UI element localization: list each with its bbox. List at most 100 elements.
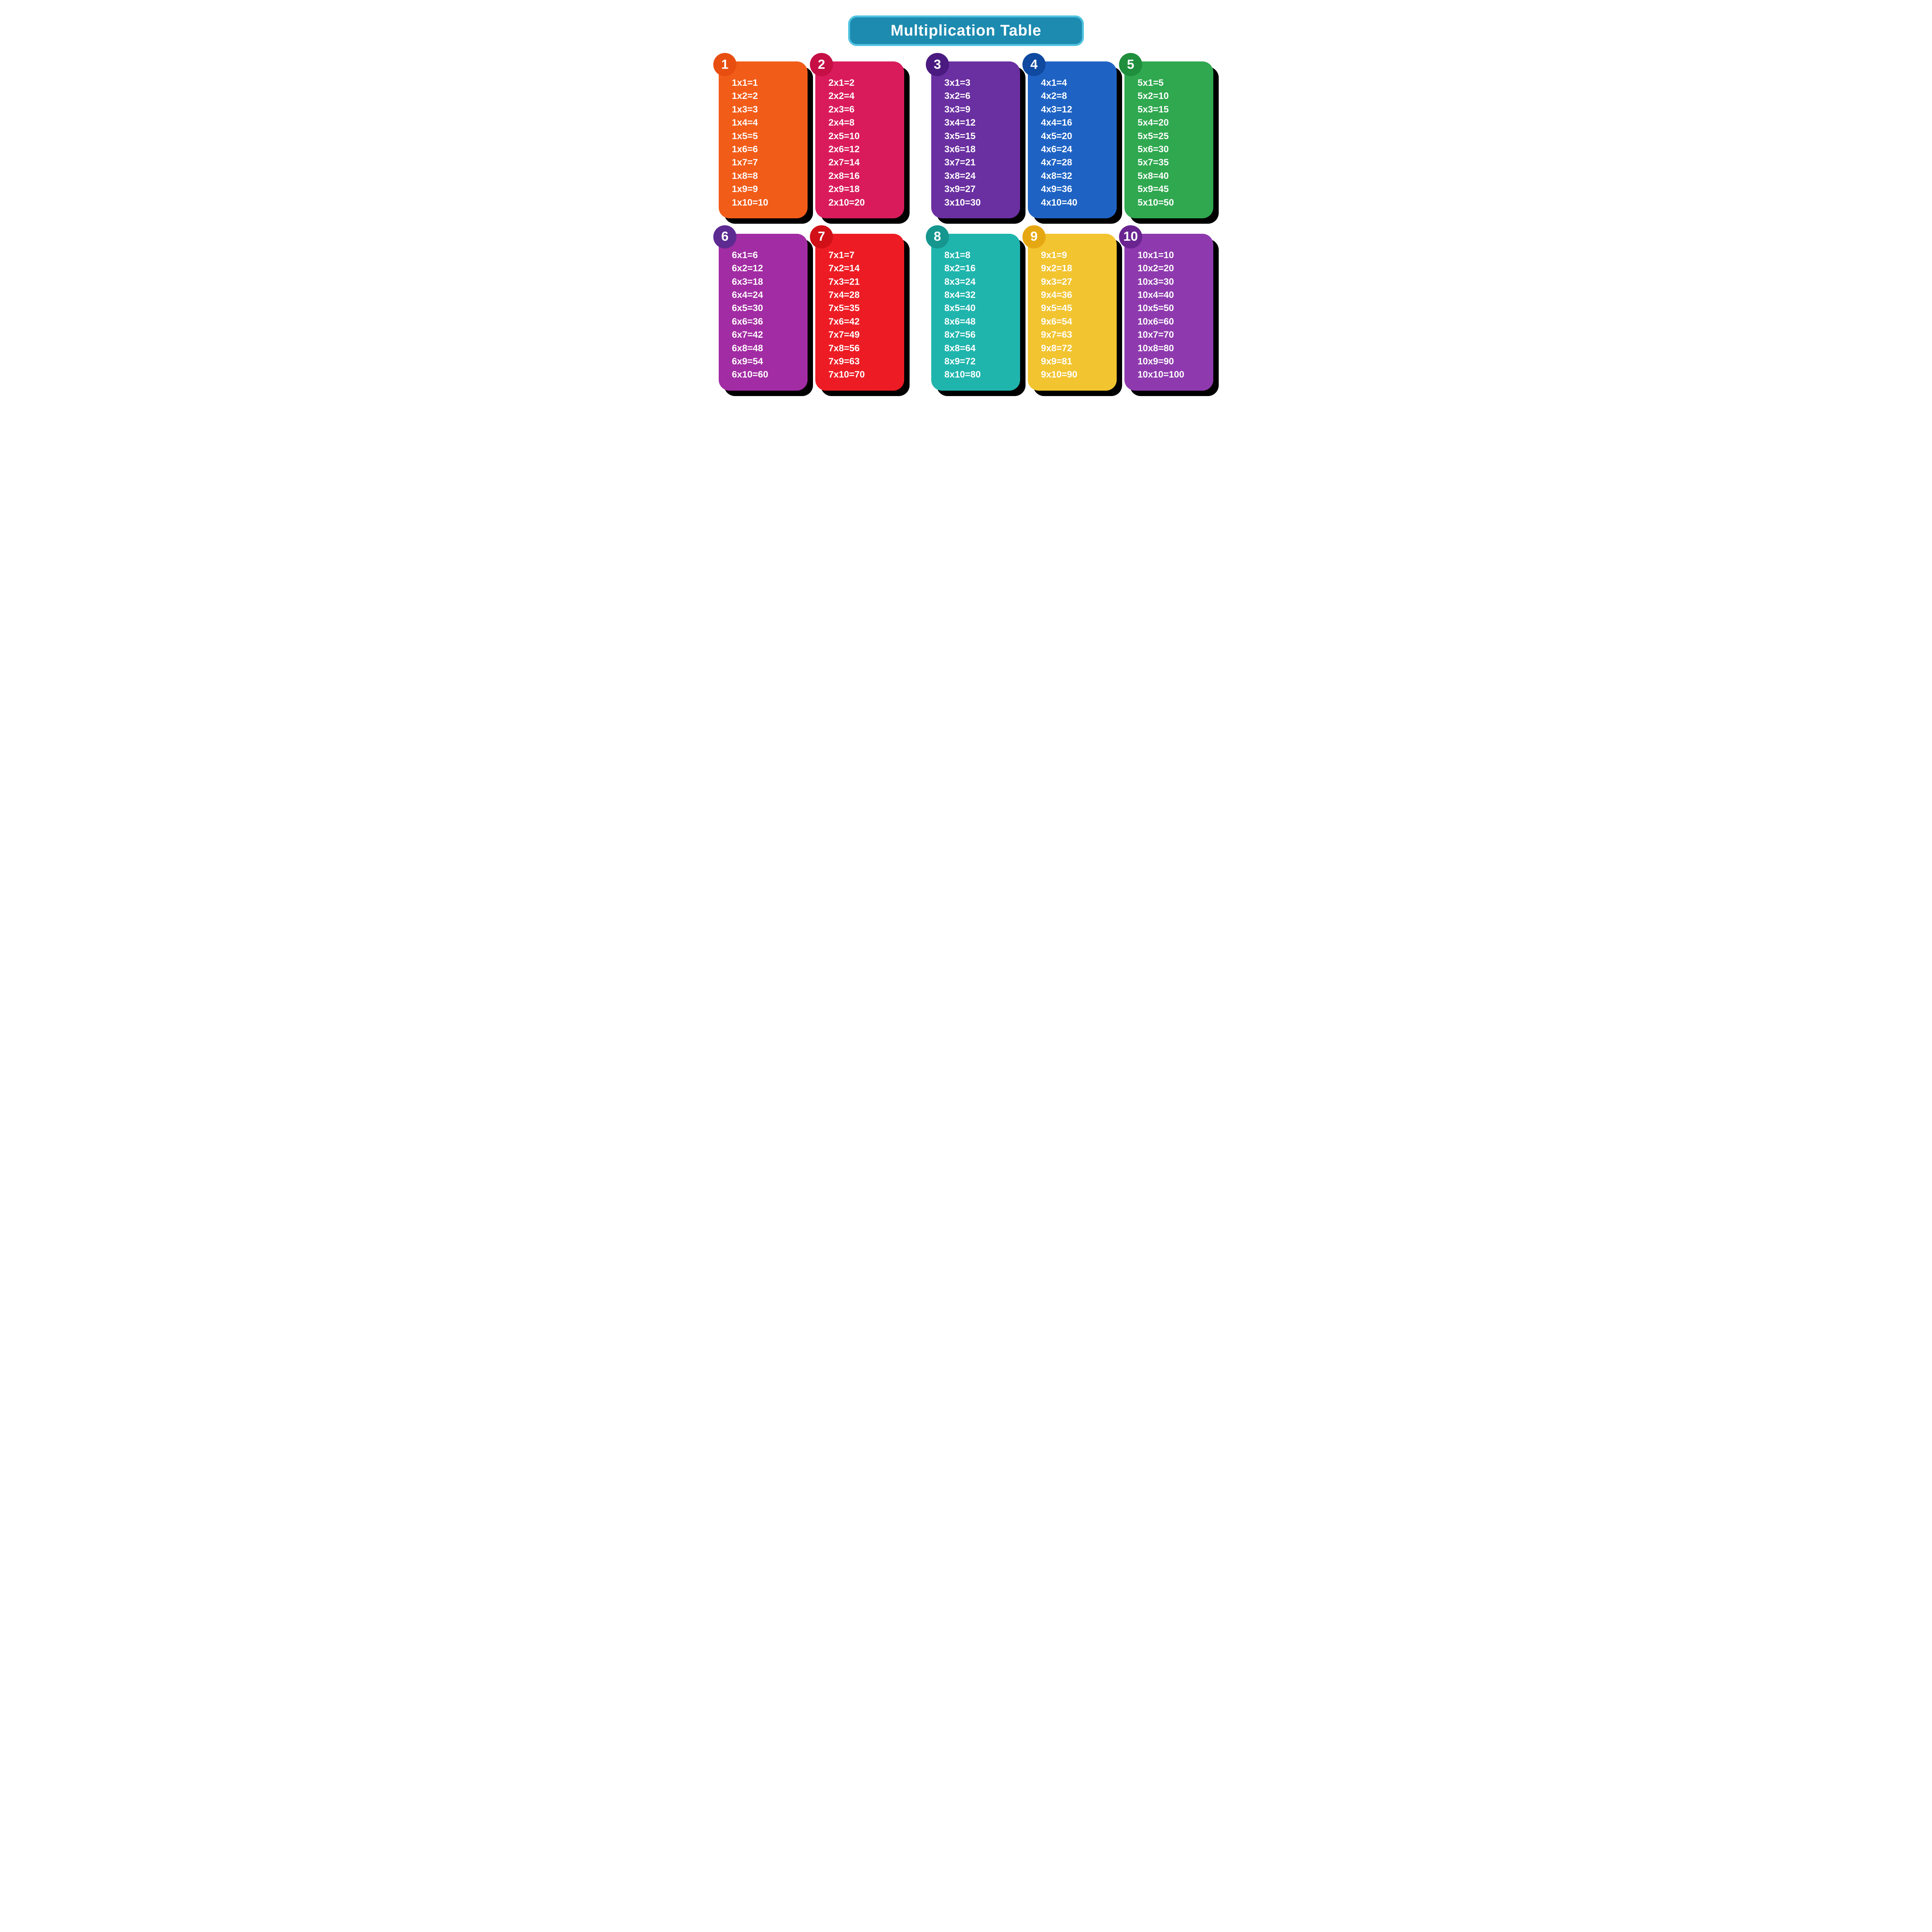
equation-line: 4x6=24 xyxy=(1041,143,1109,156)
equation-line: 9x8=72 xyxy=(1041,342,1109,355)
card-number: 5 xyxy=(1127,57,1134,72)
equation-line: 8x8=64 xyxy=(944,342,1012,355)
equation-line: 2x1=2 xyxy=(828,77,896,89)
equation-line: 8x5=40 xyxy=(944,302,1012,315)
card-number-badge: 6 xyxy=(713,225,736,248)
equation-line: 4x7=28 xyxy=(1041,156,1109,169)
equation-line: 2x4=8 xyxy=(828,117,896,129)
equation-list: 6x1=66x2=126x3=186x4=246x5=306x6=366x7=4… xyxy=(732,249,800,381)
equation-line: 7x4=28 xyxy=(828,289,896,301)
equation-line: 9x4=36 xyxy=(1041,289,1109,301)
equation-line: 9x6=54 xyxy=(1041,316,1109,328)
equation-line: 1x4=4 xyxy=(732,117,800,129)
equation-line: 6x2=12 xyxy=(732,262,800,275)
equation-list: 2x1=22x2=42x3=62x4=82x5=102x6=122x7=142x… xyxy=(828,77,896,209)
card-number-badge: 8 xyxy=(926,225,949,248)
equation-line: 5x8=40 xyxy=(1138,170,1206,182)
equation-list: 10x1=1010x2=2010x3=3010x4=4010x5=5010x6=… xyxy=(1138,249,1206,381)
equation-line: 10x5=50 xyxy=(1138,302,1206,315)
equation-line: 4x10=40 xyxy=(1041,197,1109,209)
card-number: 9 xyxy=(1031,229,1038,244)
equation-line: 3x4=12 xyxy=(944,117,1012,129)
equation-line: 6x10=60 xyxy=(732,369,800,381)
equation-list: 7x1=77x2=147x3=217x4=287x5=357x6=427x7=4… xyxy=(828,249,896,381)
card-number-badge: 7 xyxy=(810,225,833,248)
card-number-badge: 1 xyxy=(713,53,736,76)
equation-line: 6x3=18 xyxy=(732,276,800,288)
equation-line: 9x10=90 xyxy=(1041,369,1109,381)
equation-line: 6x9=54 xyxy=(732,355,800,368)
card-body: 66x1=66x2=126x3=186x4=246x5=306x6=366x7=… xyxy=(719,234,808,391)
equation-line: 5x3=15 xyxy=(1138,104,1206,116)
page-title-text: Multiplication Table xyxy=(891,22,1041,39)
card-number: 1 xyxy=(721,57,729,72)
table-card-6: 66x1=66x2=126x3=186x4=246x5=306x6=366x7=… xyxy=(719,234,808,391)
equation-line: 6x4=24 xyxy=(732,289,800,301)
equation-line: 2x10=20 xyxy=(828,197,896,209)
card-number-badge: 10 xyxy=(1119,225,1142,248)
equation-line: 1x2=2 xyxy=(732,90,800,102)
table-card-9: 99x1=99x2=189x3=279x4=369x5=459x6=549x7=… xyxy=(1028,234,1117,391)
card-body: 55x1=55x2=105x3=155x4=205x5=255x6=305x7=… xyxy=(1124,61,1213,218)
equation-line: 5x6=30 xyxy=(1138,143,1206,156)
equation-line: 6x7=42 xyxy=(732,329,800,341)
equation-line: 7x7=49 xyxy=(828,329,896,341)
equation-line: 9x7=63 xyxy=(1041,329,1109,341)
equation-line: 1x8=8 xyxy=(732,170,800,182)
equation-line: 3x8=24 xyxy=(944,170,1012,182)
table-card-3: 33x1=33x2=63x3=93x4=123x5=153x6=183x7=21… xyxy=(931,61,1020,218)
card-body: 44x1=44x2=84x3=124x4=164x5=204x6=244x7=2… xyxy=(1028,61,1117,218)
equation-line: 1x1=1 xyxy=(732,77,800,89)
equation-line: 1x5=5 xyxy=(732,130,800,143)
card-body: 77x1=77x2=147x3=217x4=287x5=357x6=427x7=… xyxy=(815,234,904,391)
equation-line: 6x8=48 xyxy=(732,342,800,355)
equation-line: 9x2=18 xyxy=(1041,262,1109,275)
equation-line: 9x1=9 xyxy=(1041,249,1109,262)
equation-line: 7x6=42 xyxy=(828,316,896,328)
equation-line: 7x1=7 xyxy=(828,249,896,262)
card-number-badge: 2 xyxy=(810,53,833,76)
equation-line: 3x1=3 xyxy=(944,77,1012,89)
card-row: 11x1=11x2=21x3=31x4=41x5=51x6=61x7=71x8=… xyxy=(719,61,1213,218)
equation-line: 4x2=8 xyxy=(1041,90,1109,102)
card-number-badge: 9 xyxy=(1022,225,1046,248)
table-card-2: 22x1=22x2=42x3=62x4=82x5=102x6=122x7=142… xyxy=(815,61,904,218)
equation-line: 5x2=10 xyxy=(1138,90,1206,102)
equation-line: 10x1=10 xyxy=(1138,249,1206,262)
table-card-8: 88x1=88x2=168x3=248x4=328x5=408x6=488x7=… xyxy=(931,234,1020,391)
equation-line: 1x7=7 xyxy=(732,156,800,169)
equation-line: 9x3=27 xyxy=(1041,276,1109,288)
equation-line: 2x9=18 xyxy=(828,183,896,196)
equation-line: 3x9=27 xyxy=(944,183,1012,196)
card-body: 1010x1=1010x2=2010x3=3010x4=4010x5=5010x… xyxy=(1124,234,1213,391)
equation-list: 9x1=99x2=189x3=279x4=369x5=459x6=549x7=6… xyxy=(1041,249,1109,381)
equation-line: 2x6=12 xyxy=(828,143,896,156)
card-number: 7 xyxy=(818,229,825,244)
equation-line: 4x9=36 xyxy=(1041,183,1109,196)
page-title: Multiplication Table xyxy=(848,15,1084,46)
card-body: 88x1=88x2=168x3=248x4=328x5=408x6=488x7=… xyxy=(931,234,1020,391)
equation-line: 8x2=16 xyxy=(944,262,1012,275)
equation-line: 9x9=81 xyxy=(1041,355,1109,368)
equation-line: 10x6=60 xyxy=(1138,316,1206,328)
equation-line: 6x5=30 xyxy=(732,302,800,315)
equation-line: 4x5=20 xyxy=(1041,130,1109,143)
card-number-badge: 5 xyxy=(1119,53,1142,76)
equation-line: 2x2=4 xyxy=(828,90,896,102)
equation-line: 8x3=24 xyxy=(944,276,1012,288)
equation-line: 5x7=35 xyxy=(1138,156,1206,169)
table-card-7: 77x1=77x2=147x3=217x4=287x5=357x6=427x7=… xyxy=(815,234,904,391)
equation-list: 5x1=55x2=105x3=155x4=205x5=255x6=305x7=3… xyxy=(1138,77,1206,209)
equation-list: 8x1=88x2=168x3=248x4=328x5=408x6=488x7=5… xyxy=(944,249,1012,381)
equation-line: 3x3=9 xyxy=(944,104,1012,116)
equation-line: 4x3=12 xyxy=(1041,104,1109,116)
equation-line: 4x1=4 xyxy=(1041,77,1109,89)
equation-line: 6x6=36 xyxy=(732,316,800,328)
equation-line: 7x9=63 xyxy=(828,355,896,368)
equation-line: 5x9=45 xyxy=(1138,183,1206,196)
equation-line: 7x3=21 xyxy=(828,276,896,288)
equation-line: 2x5=10 xyxy=(828,130,896,143)
equation-line: 8x9=72 xyxy=(944,355,1012,368)
equation-line: 3x5=15 xyxy=(944,130,1012,143)
card-number: 4 xyxy=(1031,57,1038,72)
